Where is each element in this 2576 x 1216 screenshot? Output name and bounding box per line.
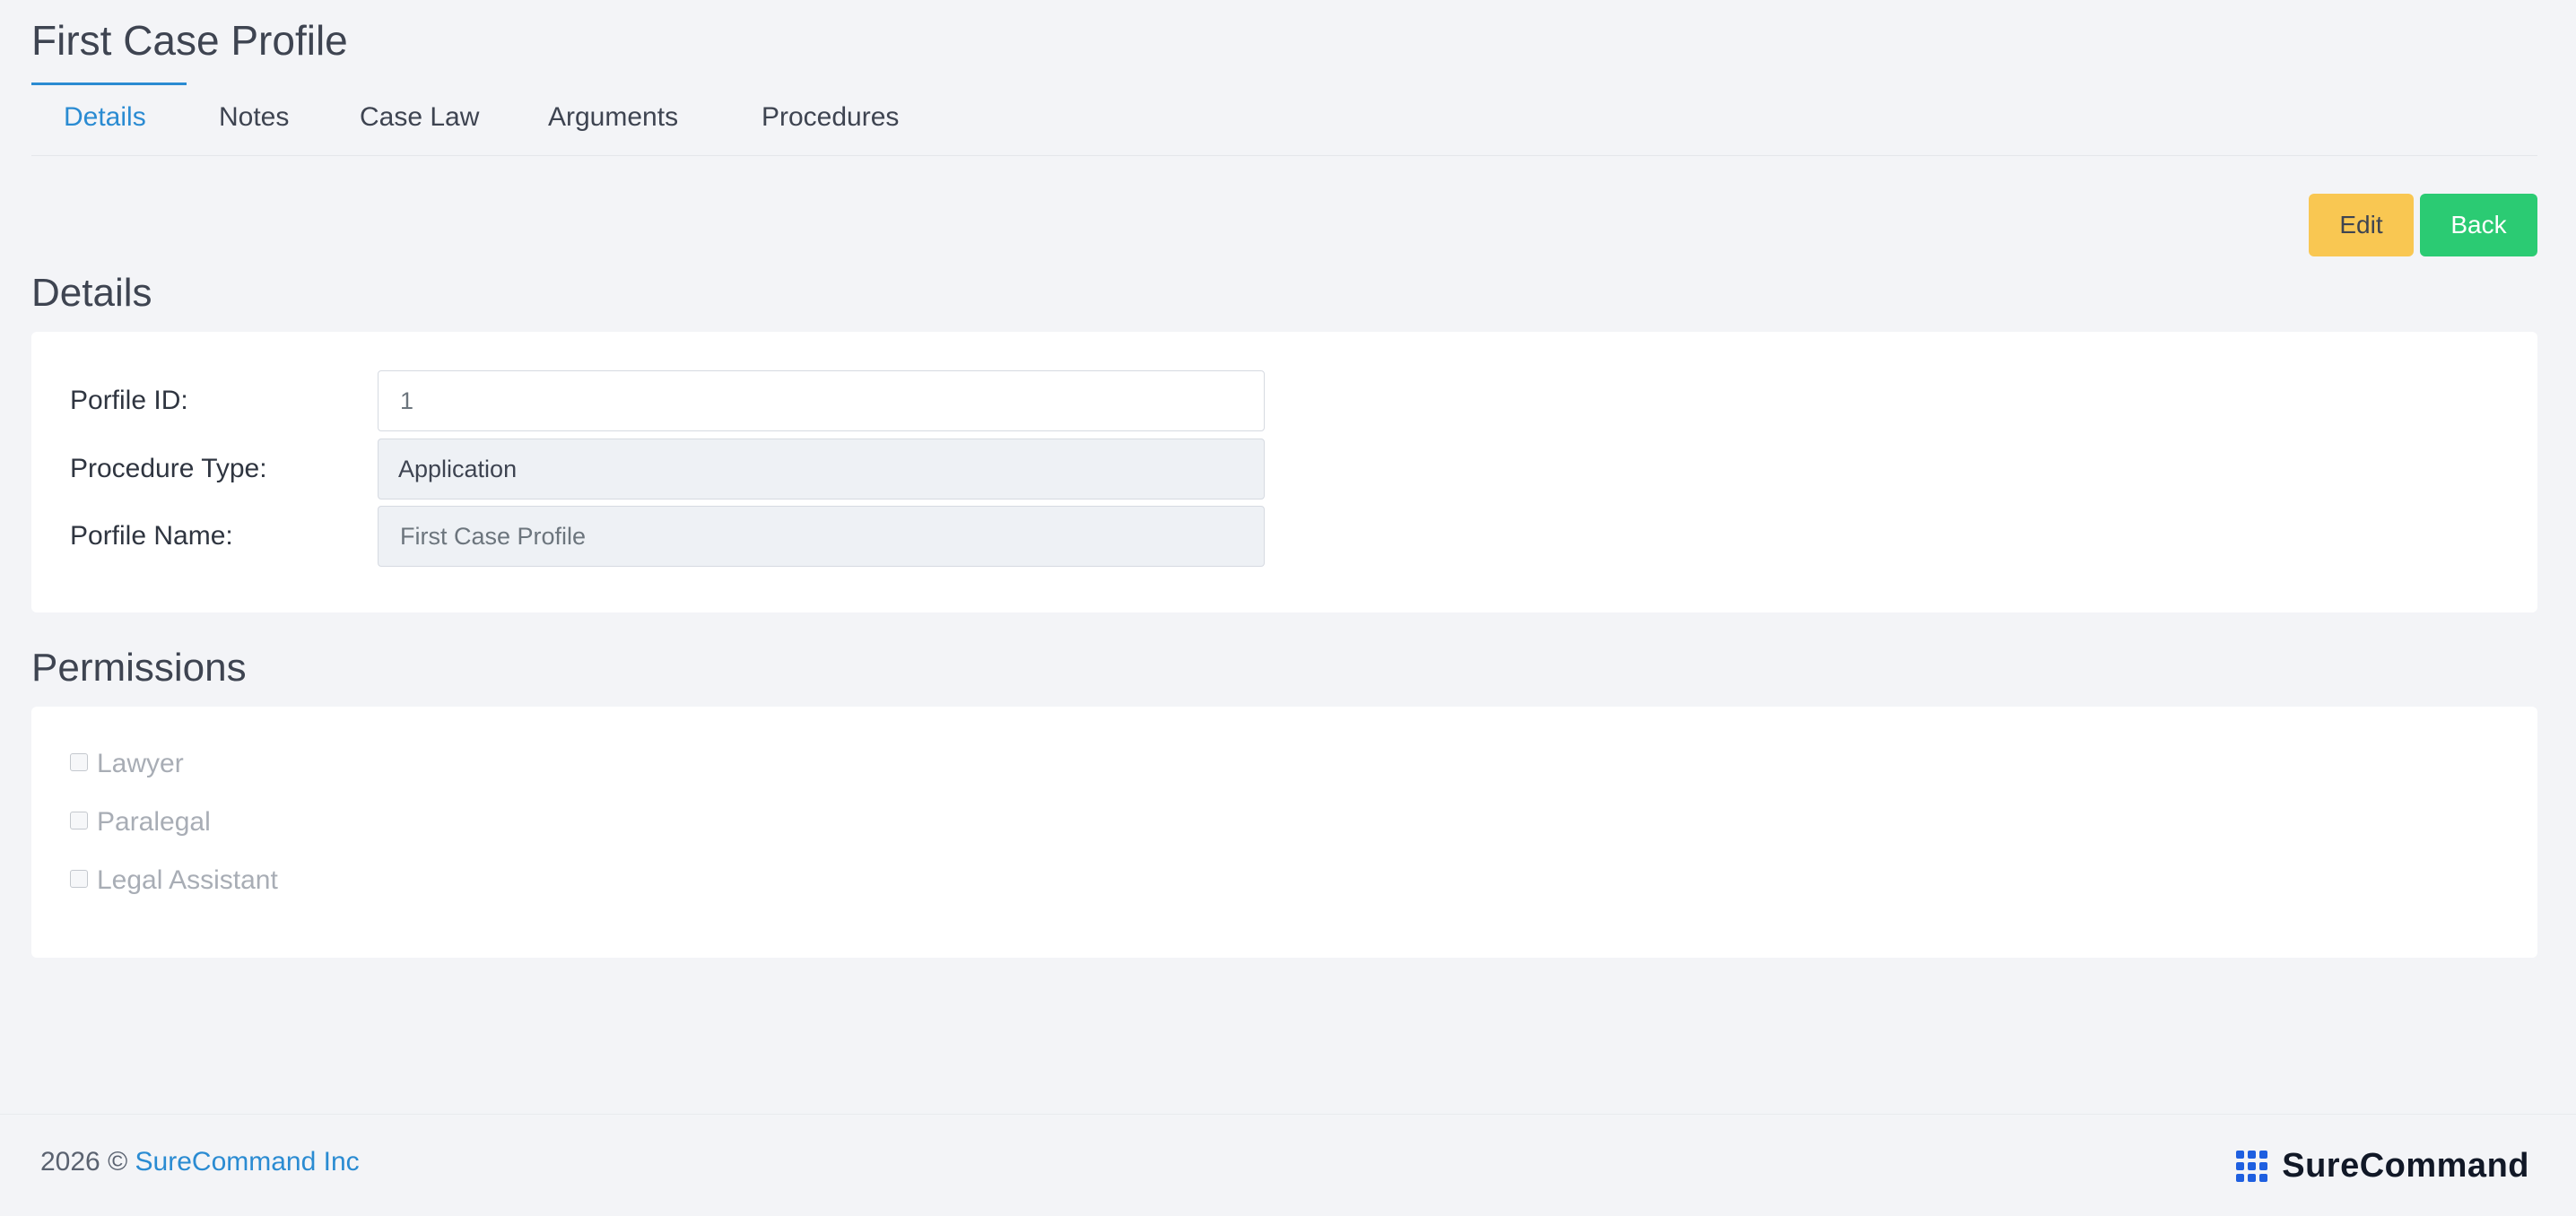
tab-procedures-label: Procedures	[761, 102, 900, 132]
lawyer-label: Lawyer	[97, 749, 184, 778]
tab-notes-label: Notes	[219, 102, 290, 132]
procedure-type-label: Procedure Type:	[70, 454, 267, 483]
tab-bar: Details Notes Case Law Arguments Procedu…	[31, 86, 2537, 156]
permission-legal-assistant: Legal Assistant	[70, 863, 278, 899]
lawyer-checkbox[interactable]	[70, 753, 88, 771]
permission-lawyer: Lawyer	[70, 746, 184, 782]
footer-copyright: 2026 © SureCommand Inc	[40, 1147, 360, 1177]
tab-case-law-label: Case Law	[360, 102, 480, 132]
paralegal-label: Paralegal	[97, 807, 211, 837]
legal-assistant-checkbox[interactable]	[70, 870, 88, 888]
tab-arguments[interactable]: Arguments	[548, 86, 678, 156]
permissions-card: Lawyer Paralegal Legal Assistant	[31, 707, 2537, 958]
profile-id-label: Porfile ID:	[70, 386, 188, 415]
grid-logo-icon	[2236, 1150, 2268, 1182]
tab-details[interactable]: Details	[64, 86, 146, 156]
copyright-text: 2026 ©	[40, 1147, 128, 1177]
company-link[interactable]: SureCommand Inc	[135, 1147, 360, 1177]
profile-name-field[interactable]: First Case Profile	[378, 506, 1265, 567]
brand-name: SureCommand	[2282, 1147, 2529, 1185]
page-title: First Case Profile	[31, 17, 348, 64]
page: First Case Profile Details Notes Case La…	[0, 0, 2576, 1216]
tab-procedures[interactable]: Procedures	[761, 86, 899, 156]
paralegal-checkbox[interactable]	[70, 812, 88, 829]
profile-id-field[interactable]: 1	[378, 370, 1265, 431]
legal-assistant-label: Legal Assistant	[97, 865, 278, 895]
tab-notes[interactable]: Notes	[219, 86, 289, 156]
procedure-type-select[interactable]: Application	[378, 439, 1265, 499]
profile-name-label: Porfile Name:	[70, 521, 233, 551]
details-section-title: Details	[31, 271, 152, 315]
tab-case-law[interactable]: Case Law	[360, 86, 479, 156]
permissions-section-title: Permissions	[31, 646, 247, 690]
active-tab-indicator	[31, 83, 187, 85]
details-card: Porfile ID: 1 Procedure Type: Applicatio…	[31, 332, 2537, 612]
permission-paralegal: Paralegal	[70, 804, 211, 840]
brand-logo[interactable]: SureCommand	[2235, 1147, 2529, 1186]
tab-details-label: Details	[64, 102, 146, 132]
footer: 2026 © SureCommand Inc SureCommand	[0, 1114, 2576, 1216]
edit-button[interactable]: Edit	[2309, 194, 2414, 256]
back-button[interactable]: Back	[2420, 194, 2537, 256]
tab-arguments-label: Arguments	[548, 102, 679, 132]
